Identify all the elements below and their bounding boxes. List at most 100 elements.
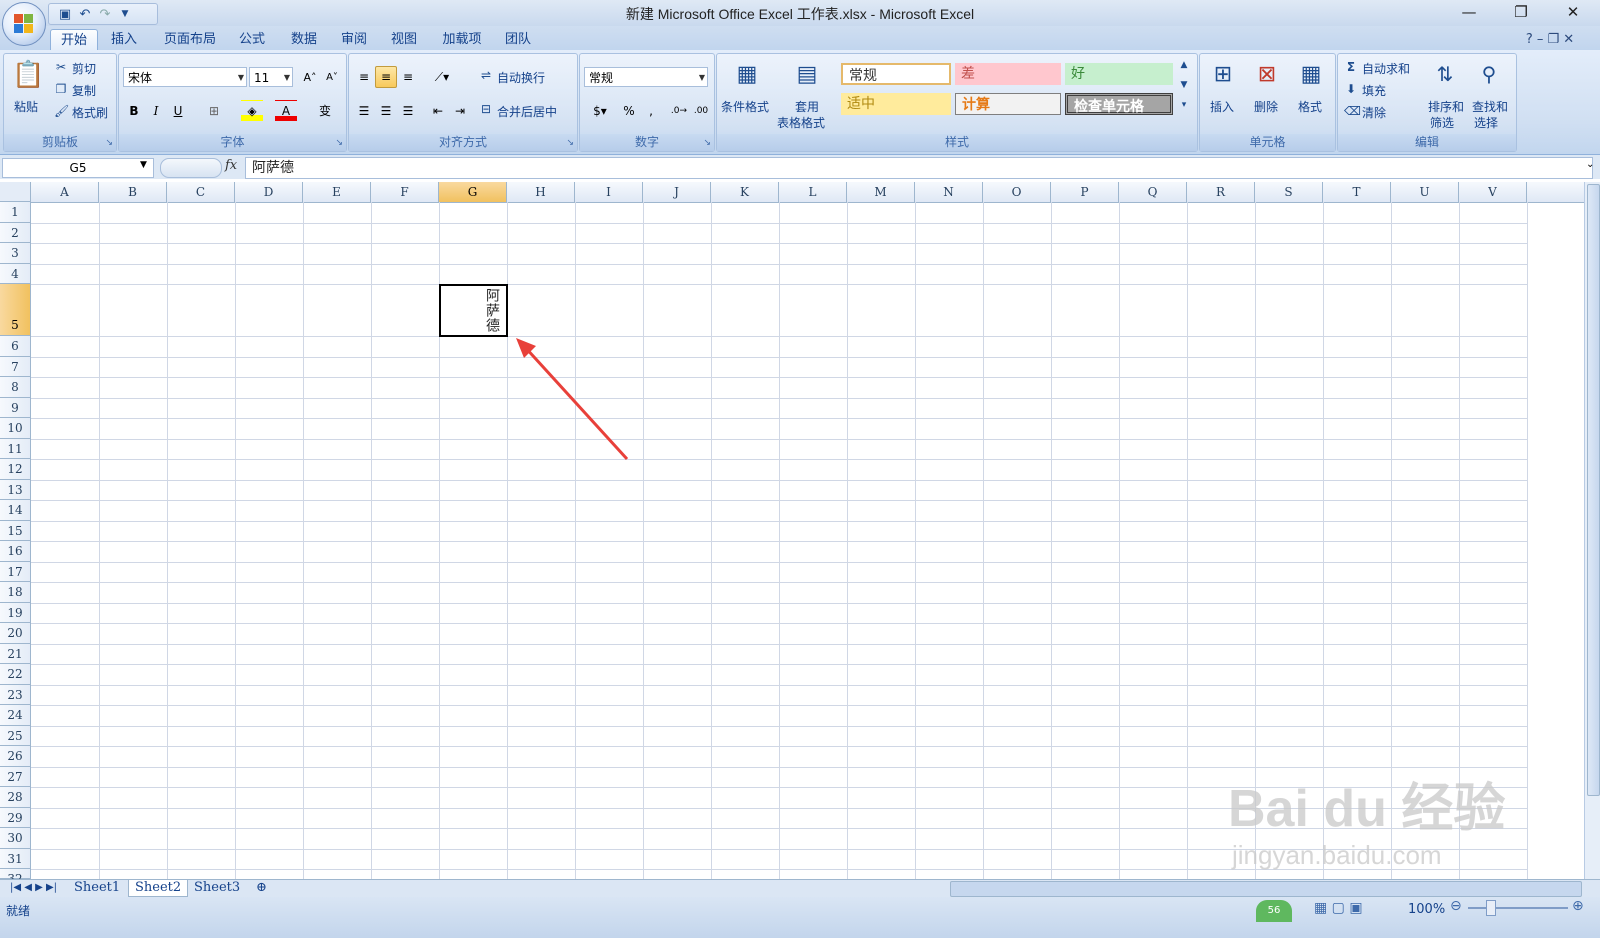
row-header-12[interactable]: 12: [0, 459, 31, 480]
tab-review[interactable]: 审阅: [334, 29, 374, 50]
row-header-13[interactable]: 13: [0, 479, 31, 500]
align-bottom-icon[interactable]: ≡: [397, 66, 419, 88]
column-header-t[interactable]: T: [1323, 182, 1391, 202]
column-header-m[interactable]: M: [847, 182, 915, 202]
column-header-k[interactable]: K: [711, 182, 779, 202]
font-name-combo[interactable]: 宋体 ▼: [123, 67, 247, 87]
row-header-3[interactable]: 3: [0, 243, 31, 264]
format-cells-button[interactable]: 格式: [1298, 98, 1322, 115]
insert-cells-button[interactable]: 插入: [1210, 98, 1234, 115]
active-cell[interactable]: 阿萨德: [439, 284, 508, 337]
row-header-1[interactable]: 1: [0, 202, 31, 223]
copy-button[interactable]: 复制: [72, 82, 96, 99]
view-buttons-icon[interactable]: ▦ ▢ ▣: [1314, 900, 1363, 916]
align-middle-icon[interactable]: ≡: [375, 66, 397, 88]
row-header-14[interactable]: 14: [0, 500, 31, 521]
row-header-26[interactable]: 26: [0, 746, 31, 767]
format-table-button-line1[interactable]: 套用: [795, 98, 819, 115]
decrease-indent-icon[interactable]: ⇤: [427, 100, 449, 122]
column-header-n[interactable]: N: [915, 182, 983, 202]
column-header-j[interactable]: J: [643, 182, 711, 202]
office-button[interactable]: [2, 2, 46, 46]
merge-center-button[interactable]: 合并后居中: [497, 103, 557, 120]
formula-input[interactable]: 阿萨德: [245, 157, 1593, 179]
style-bad[interactable]: 差: [955, 63, 1061, 85]
tab-page-layout[interactable]: 页面布局: [158, 29, 222, 50]
column-header-g[interactable]: G: [439, 182, 507, 202]
align-right-icon[interactable]: ☰: [397, 100, 419, 122]
font-color-icon[interactable]: A: [275, 100, 297, 122]
row-header-6[interactable]: 6: [0, 336, 31, 357]
row-header-4[interactable]: 4: [0, 263, 31, 284]
row-header-23[interactable]: 23: [0, 684, 31, 705]
sheet-tab-sheet1[interactable]: Sheet1: [68, 880, 126, 896]
font-size-combo[interactable]: 11 ▼: [249, 67, 293, 87]
column-header-h[interactable]: H: [507, 182, 575, 202]
fill-color-icon[interactable]: ◈: [241, 100, 263, 122]
sheet-tab-sheet3[interactable]: Sheet3: [188, 880, 246, 896]
format-painter-button[interactable]: 格式刷: [72, 104, 108, 121]
conditional-format-button[interactable]: 条件格式: [721, 98, 769, 115]
row-header-16[interactable]: 16: [0, 541, 31, 562]
styles-scroll-up-icon[interactable]: ▲: [1177, 60, 1191, 70]
tab-data[interactable]: 数据: [284, 29, 324, 50]
row-header-2[interactable]: 2: [0, 222, 31, 243]
column-header-d[interactable]: D: [235, 182, 303, 202]
select-all-button[interactable]: [0, 182, 31, 202]
name-box-dropdown-icon[interactable]: ▼: [140, 160, 147, 170]
paste-button[interactable]: 粘贴: [14, 98, 38, 115]
increase-indent-icon[interactable]: ⇥: [449, 100, 471, 122]
zoom-out-icon[interactable]: ⊖: [1450, 898, 1462, 914]
row-header-32[interactable]: 32: [0, 869, 31, 886]
sort-filter-button-line2[interactable]: 筛选: [1430, 114, 1454, 131]
tab-formulas[interactable]: 公式: [232, 29, 272, 50]
row-header-31[interactable]: 31: [0, 848, 31, 869]
expand-formula-bar-icon[interactable]: ⌄: [1586, 159, 1594, 170]
styles-scroll-down-icon[interactable]: ▼: [1177, 80, 1191, 90]
dialog-launcher-icon[interactable]: ↘: [335, 138, 343, 148]
row-header-25[interactable]: 25: [0, 725, 31, 746]
close-button[interactable]: ✕: [1550, 0, 1596, 24]
row-header-30[interactable]: 30: [0, 828, 31, 849]
shrink-font-button[interactable]: A˅: [321, 67, 343, 89]
delete-cells-button[interactable]: 删除: [1254, 98, 1278, 115]
horizontal-scrollbar[interactable]: [950, 881, 1582, 897]
row-header-7[interactable]: 7: [0, 356, 31, 377]
insert-sheet-icon[interactable]: ⊕: [250, 880, 273, 896]
underline-button[interactable]: U: [167, 100, 189, 122]
style-good[interactable]: 好: [1065, 63, 1173, 85]
phonetic-button[interactable]: 变: [311, 100, 339, 122]
grow-font-button[interactable]: A˄: [299, 67, 321, 89]
bold-button[interactable]: B: [123, 100, 145, 122]
column-header-s[interactable]: S: [1255, 182, 1323, 202]
decrease-decimal-icon[interactable]: .00: [690, 100, 712, 122]
insert-function-icon[interactable]: fx: [225, 158, 237, 173]
autosum-button[interactable]: 自动求和: [1362, 60, 1410, 77]
find-select-button-line2[interactable]: 选择: [1474, 114, 1498, 131]
format-table-button-line2[interactable]: 表格格式: [777, 114, 825, 131]
tab-view[interactable]: 视图: [384, 29, 424, 50]
clear-button[interactable]: 清除: [1362, 104, 1386, 121]
minimize-button[interactable]: —: [1446, 0, 1492, 24]
column-header-f[interactable]: F: [371, 182, 439, 202]
tab-team[interactable]: 团队: [498, 29, 538, 50]
style-calculation[interactable]: 计算: [955, 93, 1061, 115]
sheet-tab-sheet2[interactable]: Sheet2: [128, 880, 189, 897]
style-normal[interactable]: 常规: [841, 63, 951, 85]
vertical-scrollbar[interactable]: [1584, 182, 1600, 879]
row-header-9[interactable]: 9: [0, 397, 31, 418]
column-header-r[interactable]: R: [1187, 182, 1255, 202]
currency-icon[interactable]: $▾: [584, 100, 616, 122]
tab-addins[interactable]: 加载项: [436, 29, 488, 50]
styles-more-icon[interactable]: ▾: [1177, 100, 1191, 110]
row-header-17[interactable]: 17: [0, 561, 31, 582]
row-header-27[interactable]: 27: [0, 766, 31, 787]
percent-button[interactable]: %: [618, 100, 640, 122]
row-header-21[interactable]: 21: [0, 643, 31, 664]
find-select-button-line1[interactable]: 查找和: [1472, 98, 1508, 115]
column-header-e[interactable]: E: [303, 182, 371, 202]
wrap-text-button[interactable]: 自动换行: [497, 69, 545, 86]
dialog-launcher-icon[interactable]: ↘: [703, 138, 711, 148]
comma-button[interactable]: ,: [640, 100, 662, 122]
column-header-v[interactable]: V: [1459, 182, 1527, 202]
